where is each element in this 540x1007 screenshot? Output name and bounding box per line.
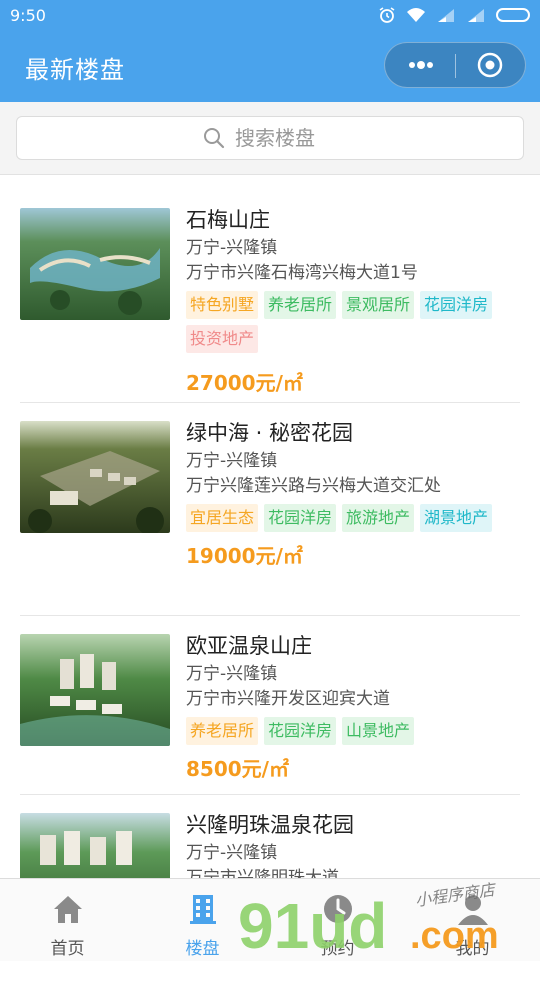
property-area: 万宁-兴隆镇 [186, 451, 278, 471]
property-name[interactable]: 欧亚温泉山庄 [186, 632, 520, 660]
wifi-icon [407, 8, 425, 22]
nav-bar: 最新楼盘 [0, 32, 540, 102]
property-thumbnail [20, 421, 170, 533]
property-thumbnail [20, 208, 170, 320]
tag: 旅游地产 [342, 504, 415, 532]
battery-icon [496, 8, 530, 22]
search-icon [204, 128, 225, 149]
property-info: 石梅山庄 万宁-兴隆镇 万宁市兴隆石梅湾兴梅大道1号 特色别墅 养老居所 景观居… [186, 206, 520, 396]
tag: 养老居所 [186, 717, 259, 745]
property-name[interactable]: 石梅山庄 [186, 206, 520, 234]
property-tags: 宜居生态 花园洋房 旅游地产 湖景地产 [186, 504, 516, 532]
alarm-icon [379, 7, 395, 23]
tag: 花园洋房 [264, 717, 337, 745]
property-info: 绿中海 · 秘密花园 万宁-兴隆镇 万宁兴隆莲兴路与兴梅大道交汇处 宜居生态 花… [186, 419, 520, 569]
capsule-divider [455, 54, 456, 78]
user-icon [457, 895, 488, 925]
property-address: 万宁市兴隆石梅湾兴梅大道1号 [186, 263, 418, 283]
property-price: 27000元/㎡ [186, 371, 303, 395]
property-address: 万宁兴隆莲兴路与兴梅大道交汇处 [186, 476, 441, 496]
tag: 宜居生态 [186, 504, 259, 532]
tag: 花园洋房 [420, 291, 493, 319]
property-tags: 特色别墅 养老居所 景观居所 花园洋房 投资地产 [186, 291, 516, 353]
more-options-button[interactable] [403, 52, 439, 78]
tab-home[interactable]: 首页 [0, 885, 135, 959]
tab-appointment[interactable]: 预约 [270, 885, 405, 959]
signal-icon [438, 9, 454, 22]
building-icon [189, 895, 216, 924]
property-name[interactable]: 绿中海 · 秘密花园 [186, 419, 520, 447]
tag: 特色别墅 [186, 291, 259, 319]
property-item[interactable]: 欧亚温泉山庄 万宁-兴隆镇 万宁市兴隆开发区迎宾大道 养老居所 花园洋房 山景地… [20, 616, 520, 795]
status-bar: 9:50 [0, 0, 540, 32]
property-area: 万宁-兴隆镇 [186, 238, 278, 258]
property-area: 万宁-兴隆镇 [186, 843, 278, 863]
search-area [0, 102, 540, 175]
home-icon [53, 896, 82, 923]
property-area: 万宁-兴隆镇 [186, 664, 278, 684]
close-mini-program-button[interactable] [477, 52, 503, 78]
clock-icon [323, 895, 352, 923]
property-name[interactable]: 兴隆明珠温泉花园 [186, 811, 520, 839]
tab-bar: 首页 楼盘 预约 我的 [0, 878, 540, 961]
property-thumbnail [20, 634, 170, 746]
tag: 湖景地产 [420, 504, 493, 532]
tab-buildings[interactable]: 楼盘 [135, 885, 270, 959]
tab-label: 我的 [455, 939, 490, 959]
tab-label: 预约 [320, 939, 355, 959]
tab-profile[interactable]: 我的 [405, 885, 540, 959]
tab-label: 首页 [50, 939, 85, 959]
tab-label: 楼盘 [185, 939, 220, 959]
search-input[interactable] [233, 125, 337, 151]
mini-program-capsule [384, 42, 526, 88]
status-icons [378, 6, 530, 24]
property-address: 万宁市兴隆开发区迎宾大道 [186, 689, 390, 709]
property-price: 8500元/㎡ [186, 757, 289, 781]
tag: 养老居所 [264, 291, 337, 319]
property-price: 19000元/㎡ [186, 544, 303, 568]
property-info: 欧亚温泉山庄 万宁-兴隆镇 万宁市兴隆开发区迎宾大道 养老居所 花园洋房 山景地… [186, 632, 520, 782]
status-time: 9:50 [10, 6, 46, 25]
more-dots-icon [409, 61, 433, 69]
search-bar[interactable] [16, 116, 524, 160]
tag: 花园洋房 [264, 504, 337, 532]
property-item[interactable]: 石梅山庄 万宁-兴隆镇 万宁市兴隆石梅湾兴梅大道1号 特色别墅 养老居所 景观居… [20, 190, 520, 403]
property-item[interactable]: 绿中海 · 秘密花园 万宁-兴隆镇 万宁兴隆莲兴路与兴梅大道交汇处 宜居生态 花… [20, 403, 520, 616]
signal-icon-2 [468, 9, 484, 22]
property-tags: 养老居所 花园洋房 山景地产 [186, 717, 516, 745]
target-icon [477, 52, 503, 78]
page-title: 最新楼盘 [25, 56, 125, 84]
tag: 山景地产 [342, 717, 415, 745]
tag: 投资地产 [186, 325, 259, 353]
tag: 景观居所 [342, 291, 415, 319]
